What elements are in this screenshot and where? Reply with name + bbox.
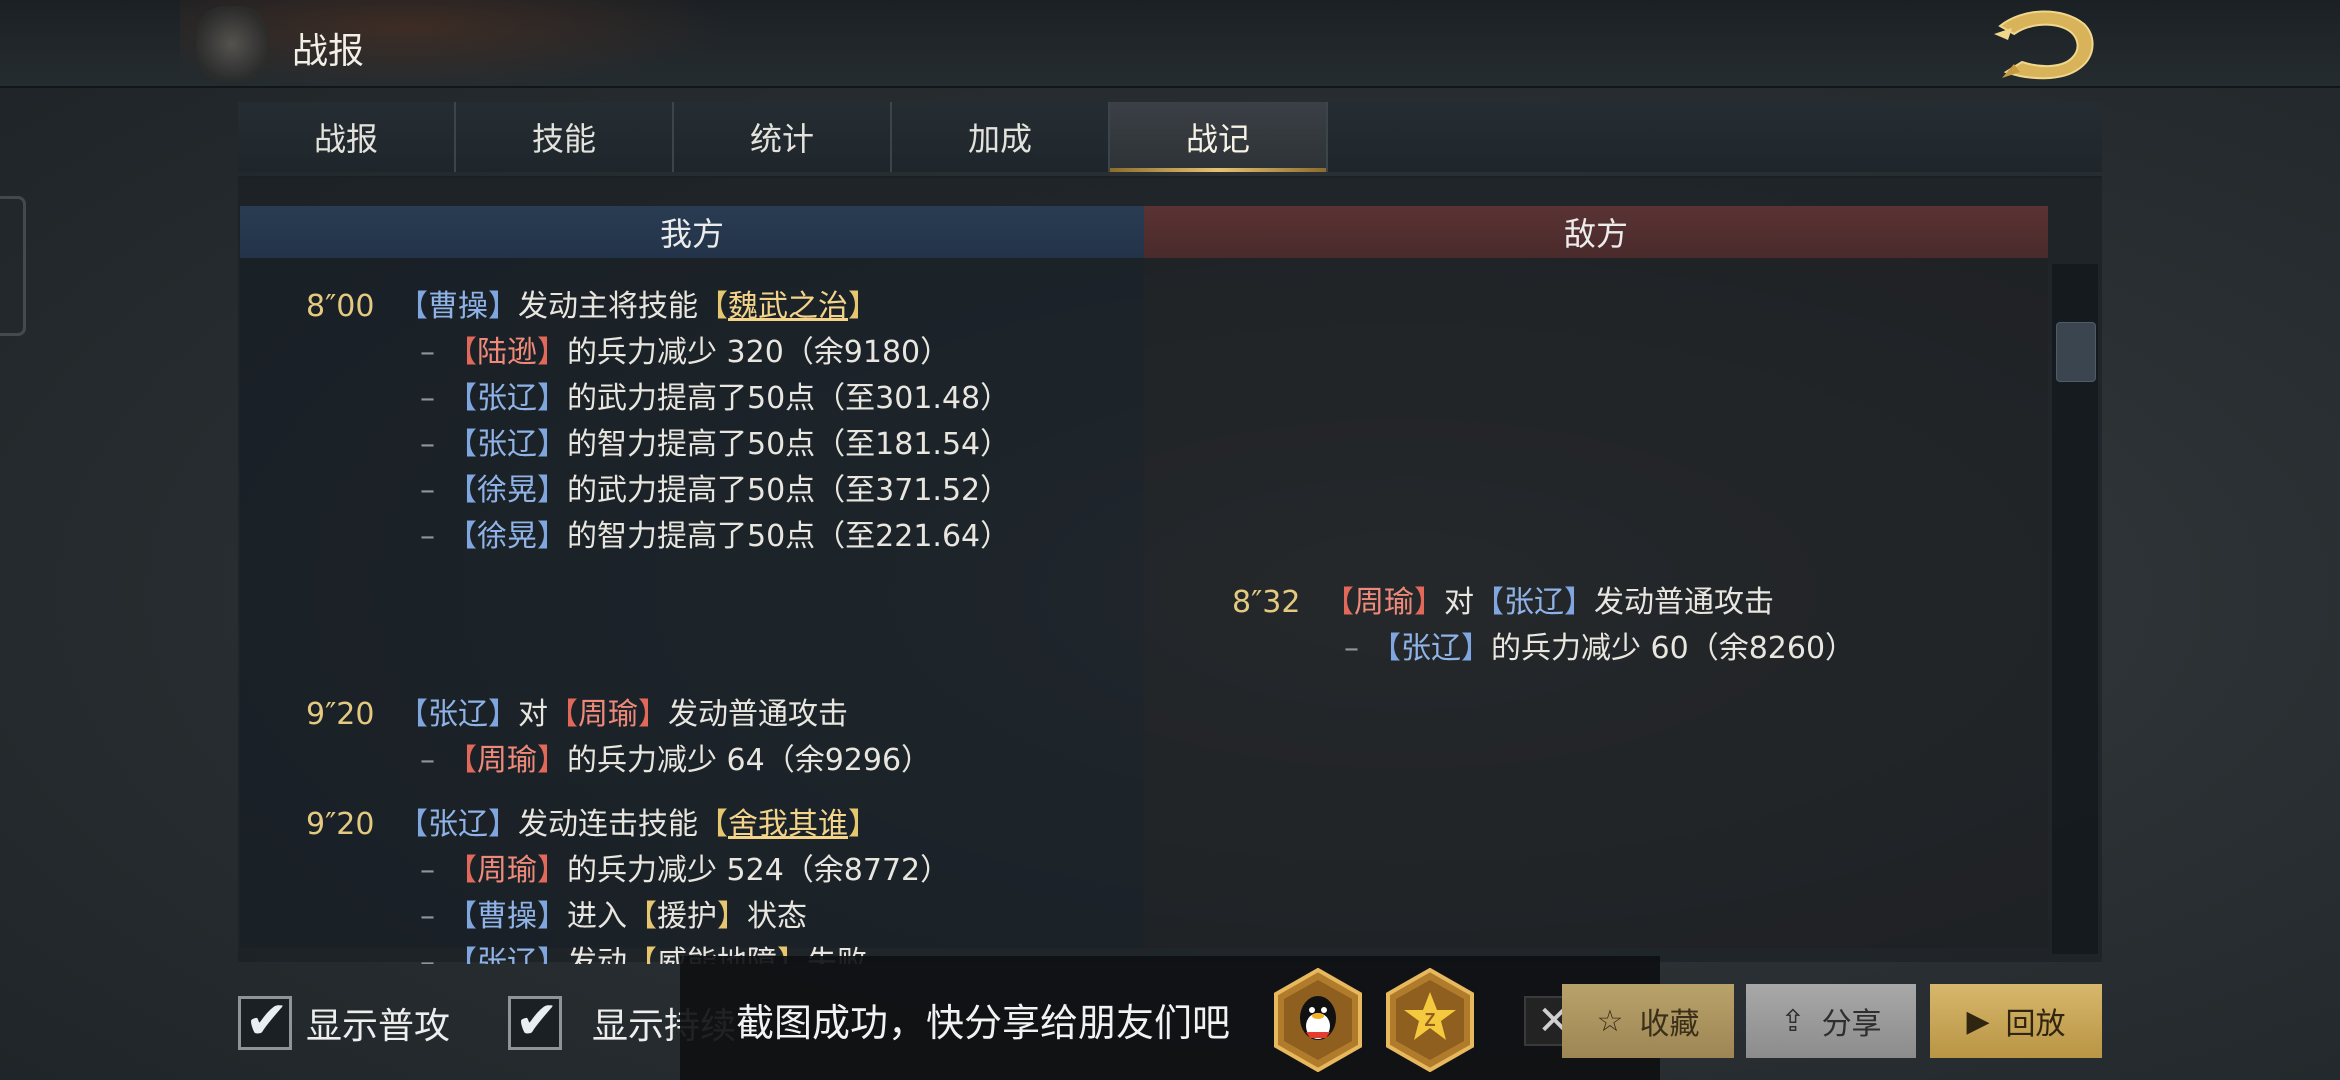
skill-link[interactable]: 魏武之治 — [728, 289, 848, 324]
log-sub-entry: – 【张辽】的武力提高了50点（至301.48） — [420, 381, 1011, 416]
show-normal-attack-toggle[interactable]: 显示普攻 — [238, 991, 451, 1051]
checkbox-icon[interactable] — [508, 991, 562, 1051]
top-bar: 战报 — [0, 0, 2340, 88]
svg-text:Z: Z — [1425, 1010, 1436, 1030]
log-target[interactable]: 张辽 — [1401, 631, 1461, 666]
log-sub-text: 的兵力减少 524（余8772） — [567, 853, 951, 888]
log-target[interactable]: 周瑜 — [477, 743, 537, 778]
log-sub-text: 的智力提高了50点（至181.54） — [567, 427, 1011, 462]
qzone-icon[interactable]: Z — [1384, 968, 1476, 1072]
log-sub-text: 的智力提高了50点（至221.64） — [567, 519, 1011, 554]
checkbox-icon[interactable] — [238, 991, 292, 1051]
header-emblem-icon — [196, 6, 268, 82]
log-time: 9″20 — [306, 807, 375, 842]
share-button[interactable]: ⇪ 分享 — [1746, 984, 1916, 1058]
log-sub-entry: – 【徐晃】的智力提高了50点（至221.64） — [420, 519, 1011, 554]
replay-button[interactable]: ▶ 回放 — [1930, 984, 2102, 1058]
log-sub-entry: – 【陆逊】的兵力减少 320（余9180） — [420, 335, 951, 370]
log-target[interactable]: 周瑜 — [477, 853, 537, 888]
log-sub-entry: – 【张辽】的智力提高了50点（至181.54） — [420, 427, 1011, 462]
share-label: 分享 — [1821, 1007, 1882, 1042]
log-sub-text: 的兵力减少 320（余9180） — [567, 335, 951, 370]
side-decoration — [0, 196, 26, 336]
state-name: 援护 — [657, 899, 717, 934]
tab-bar: 战报 技能 统计 加成 战记 — [238, 102, 2102, 172]
log-text: 发动主将技能 — [518, 289, 699, 324]
tab-statistics[interactable]: 统计 — [674, 102, 892, 172]
dragon-logo-icon — [1994, 10, 2094, 80]
toast-message: 截图成功，快分享给朋友们吧 — [736, 1001, 1231, 1045]
log-sub-entry: – 【徐晃】的武力提高了50点（至371.52） — [420, 473, 1011, 508]
enemy-side-header: 敌方 — [1144, 206, 2048, 258]
page-title: 战报 — [292, 31, 365, 72]
log-text: 对 — [518, 697, 549, 732]
log-sub-text: 进入 — [567, 899, 627, 934]
log-target[interactable]: 徐晃 — [477, 519, 537, 554]
log-actor[interactable]: 张辽 — [428, 697, 488, 732]
log-target[interactable]: 张辽 — [1504, 585, 1564, 620]
log-target[interactable]: 张辽 — [477, 945, 537, 964]
log-entry: 9″20 【张辽】发动连击技能【舍我其谁】 — [306, 807, 879, 842]
log-text: 发动普通攻击 — [668, 697, 849, 732]
favorite-label: 收藏 — [1639, 1007, 1700, 1042]
log-time: 9″20 — [306, 697, 375, 732]
star-icon: ☆ — [1596, 1003, 1624, 1039]
battle-log-panel: 我方 敌方 8″00 【曹操】发动主将技能【魏武之治】 – 【陆逊】的兵力减少 3… — [238, 176, 2102, 964]
log-sub-text: 状态 — [747, 899, 807, 934]
log-sub-text: 的武力提高了50点（至301.48） — [567, 381, 1011, 416]
share-icon: ⇪ — [1780, 1003, 1806, 1039]
log-sub-entry: – 【曹操】进入【援护】状态 — [420, 899, 807, 934]
log-entry: 8″32 【周瑜】对【张辽】发动普通攻击 — [1232, 585, 1775, 620]
log-target[interactable]: 曹操 — [477, 899, 537, 934]
log-text: 发动普通攻击 — [1594, 585, 1775, 620]
log-sub-entry: – 【周瑜】的兵力减少 64（余9296） — [420, 743, 932, 778]
log-scroll-thumb[interactable] — [2056, 322, 2096, 382]
favorite-button[interactable]: ☆ 收藏 — [1562, 984, 1734, 1058]
ally-side-header: 我方 — [240, 206, 1144, 258]
log-entry: 8″00 【曹操】发动主将技能【魏武之治】 — [306, 289, 879, 324]
log-sub-entry: – 【张辽】的兵力减少 60（余8260） — [1344, 631, 1856, 666]
log-actor[interactable]: 曹操 — [428, 289, 488, 324]
skill-link[interactable]: 舍我其谁 — [728, 807, 848, 842]
log-actor[interactable]: 周瑜 — [1354, 585, 1414, 620]
log-sub-text: 的武力提高了50点（至371.52） — [567, 473, 1011, 508]
log-text: 发动连击技能 — [518, 807, 699, 842]
qq-icon[interactable] — [1272, 968, 1364, 1072]
log-text: 对 — [1444, 585, 1475, 620]
tab-battle-log[interactable]: 战记 — [1110, 102, 1328, 172]
log-sub-text: 的兵力减少 60（余8260） — [1491, 631, 1856, 666]
log-target[interactable]: 张辽 — [477, 381, 537, 416]
log-time: 8″00 — [306, 289, 375, 324]
play-icon: ▶ — [1966, 1003, 1990, 1039]
log-sub-entry: – 【周瑜】的兵力减少 524（余8772） — [420, 853, 951, 888]
log-target[interactable]: 徐晃 — [477, 473, 537, 508]
log-actor[interactable]: 张辽 — [428, 807, 488, 842]
tab-battle-report[interactable]: 战报 — [238, 102, 456, 172]
log-target[interactable]: 张辽 — [477, 427, 537, 462]
replay-label: 回放 — [2005, 1007, 2066, 1042]
show-normal-attack-label: 显示普攻 — [306, 1006, 451, 1047]
log-entry: 9″20 【张辽】对【周瑜】发动普通攻击 — [306, 697, 849, 732]
tab-bonus[interactable]: 加成 — [892, 102, 1110, 172]
log-time: 8″32 — [1232, 585, 1301, 620]
log-target[interactable]: 周瑜 — [578, 697, 638, 732]
log-target[interactable]: 陆逊 — [477, 335, 537, 370]
tab-skills[interactable]: 技能 — [456, 102, 674, 172]
log-sub-text: 的兵力减少 64（余9296） — [567, 743, 932, 778]
log-sub-text: 发动 — [567, 945, 627, 964]
